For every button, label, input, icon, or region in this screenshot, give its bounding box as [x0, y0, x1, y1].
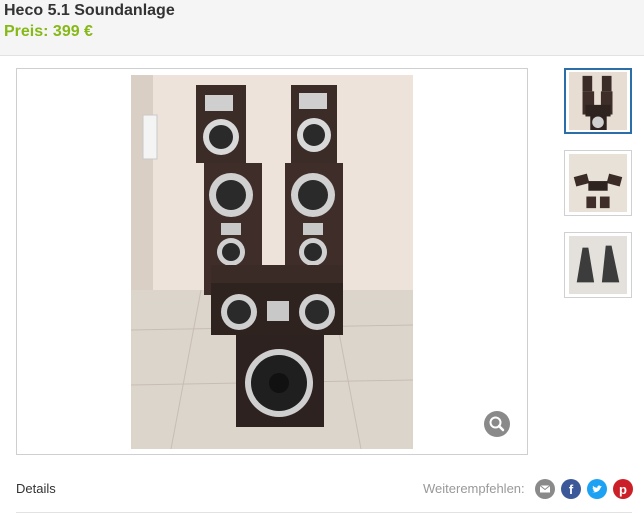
svg-text:p: p: [619, 482, 627, 497]
magnifier-icon[interactable]: [484, 411, 510, 437]
thumbnail-3[interactable]: [564, 232, 632, 298]
divider: [16, 512, 632, 513]
main-photo[interactable]: [131, 75, 413, 449]
facebook-icon[interactable]: f: [561, 479, 581, 499]
pinterest-icon[interactable]: p: [613, 479, 633, 499]
details-link[interactable]: Details: [16, 481, 56, 496]
share-label: Weiterempfehlen:: [423, 481, 525, 496]
thumbnail-speakers-flat-image: [569, 154, 627, 212]
thumbnail-1[interactable]: [564, 68, 632, 134]
listing-panel: Details Weiterempfehlen: f p: [0, 55, 644, 524]
svg-text:f: f: [569, 482, 574, 497]
main-image-frame[interactable]: [16, 68, 528, 455]
thumbnail-brackets-image: [569, 236, 627, 294]
listing-price: Preis: 399 €: [4, 23, 93, 40]
listing-title: Heco 5.1 Soundanlage: [4, 2, 175, 19]
thumbnail-speakers-image: [569, 72, 627, 130]
email-icon[interactable]: [535, 479, 555, 499]
twitter-icon[interactable]: [587, 479, 607, 499]
thumbnail-2[interactable]: [564, 150, 632, 216]
